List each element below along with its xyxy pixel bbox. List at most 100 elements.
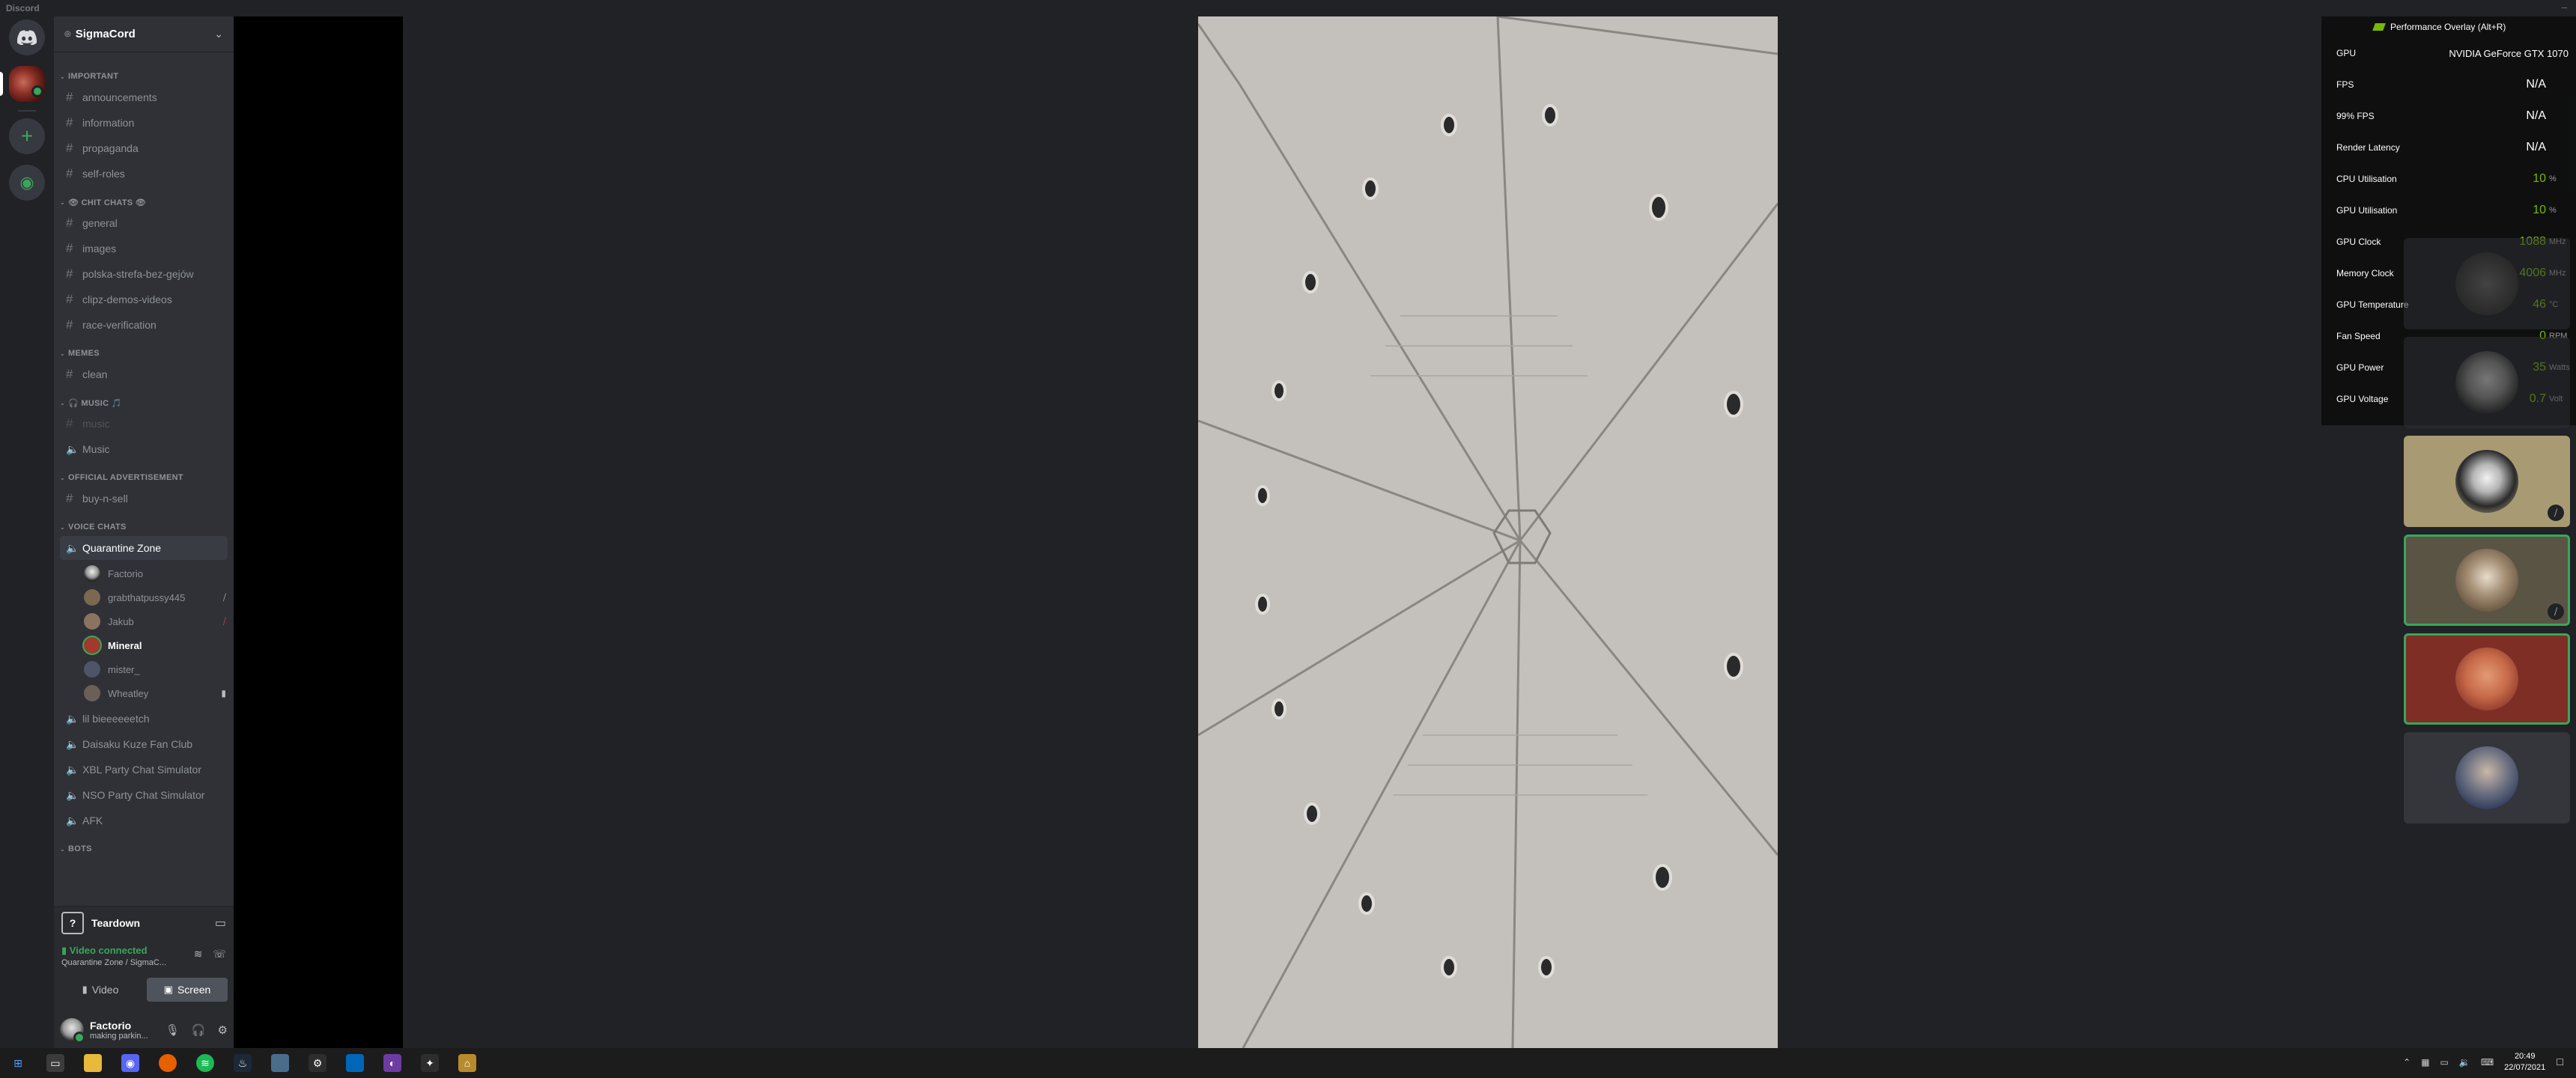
chevron-down-icon: ⌄ xyxy=(60,845,66,853)
overlay-row-cpu-util: CPU Utilisation 10% xyxy=(2336,172,2557,185)
voice-channel-quarantine-zone[interactable]: 🔈 Quarantine Zone xyxy=(60,536,228,560)
minimize-icon[interactable]: – xyxy=(2562,1,2567,13)
channel-buy-n-sell[interactable]: # buy-n-sell xyxy=(60,487,228,511)
app-icon[interactable] xyxy=(271,1054,289,1072)
selected-server-indicator xyxy=(0,72,3,96)
video-button[interactable]: ▮ Video xyxy=(60,978,141,1002)
task-view-icon[interactable]: ▭ xyxy=(46,1054,64,1072)
channel-self-roles[interactable]: # self-roles xyxy=(60,162,228,186)
spotify-icon[interactable]: ≋ xyxy=(196,1054,214,1072)
chevron-down-icon: ⌄ xyxy=(60,198,66,206)
steam-icon[interactable]: ♨ xyxy=(234,1054,252,1072)
avatar xyxy=(2455,450,2518,513)
rail-separator xyxy=(18,110,36,112)
participant-tile[interactable] xyxy=(2404,337,2570,428)
teardown-icon[interactable]: ⌂ xyxy=(458,1054,476,1072)
explore-servers-button[interactable]: ◉ xyxy=(9,165,45,201)
participant-tile[interactable]: ⧸ xyxy=(2404,436,2570,527)
nvidia-logo-icon xyxy=(2372,23,2386,31)
speaker-icon: 🔈 xyxy=(66,763,79,776)
hash-icon: # xyxy=(66,216,73,230)
channel-general[interactable]: # general xyxy=(60,211,228,235)
overlay-row-gpu-util: GPU Utilisation 10% xyxy=(2336,204,2557,216)
gear-icon[interactable]: ⚙ xyxy=(309,1054,326,1072)
voice-channel-xbl[interactable]: 🔈 XBL Party Chat Simulator xyxy=(60,758,228,782)
channel-clean[interactable]: # clean xyxy=(60,362,228,386)
avatar xyxy=(84,589,100,606)
category-important[interactable]: ⌄ IMPORTANT xyxy=(54,69,234,84)
voice-channel-music[interactable]: 🔈 Music xyxy=(60,437,228,461)
chevron-down-icon: ⌄ xyxy=(60,73,66,80)
avatar xyxy=(84,613,100,630)
notifications-icon[interactable]: ☐ xyxy=(2556,1057,2564,1068)
channel-propaganda[interactable]: # propaganda xyxy=(60,136,228,160)
guild-header[interactable]: ◎ SigmaCord ⌄ xyxy=(54,16,234,52)
stream-viewport[interactable] xyxy=(403,16,2236,1048)
username: Factorio xyxy=(90,1020,132,1032)
headphones-icon[interactable]: 🎧 xyxy=(192,1023,206,1037)
voice-user[interactable]: Mineral xyxy=(84,633,234,657)
category-chit-chats[interactable]: ⌄ 👁 CHIT CHATS 👁 xyxy=(54,195,234,210)
voice-channel-afk[interactable]: 🔈 AFK xyxy=(60,808,228,832)
channel-clipz-demos-videos[interactable]: # clipz-demos-videos xyxy=(60,287,228,311)
voice-user[interactable]: Wheatley ▮ xyxy=(84,681,234,705)
channel-music-text[interactable]: # music xyxy=(60,412,228,436)
clock[interactable]: 20:49 22/07/2021 xyxy=(2504,1051,2545,1074)
category-voice-chats[interactable]: ⌄ VOICE CHATS xyxy=(54,520,234,535)
voice-user[interactable]: Factorio xyxy=(84,561,234,585)
chevron-down-icon: ⌄ xyxy=(60,523,66,531)
participant-tile[interactable] xyxy=(2404,633,2570,725)
photos-icon[interactable] xyxy=(346,1054,364,1072)
channel-images[interactable]: # images xyxy=(60,237,228,261)
discord-taskbar-icon[interactable]: ◉ xyxy=(121,1054,139,1072)
add-server-button[interactable]: + xyxy=(9,118,45,154)
gear-icon[interactable]: ⚙ xyxy=(218,1023,228,1037)
volume-icon[interactable]: 🔉 xyxy=(2459,1057,2470,1068)
participant-tile[interactable] xyxy=(2404,238,2570,329)
firefox-icon[interactable] xyxy=(159,1054,177,1072)
stream-stage[interactable] xyxy=(234,16,2236,1050)
stream-video[interactable] xyxy=(1198,16,1778,1048)
voice-user[interactable]: grabthatpussy445 ⧸ xyxy=(84,585,234,609)
voice-user[interactable]: Jakub ⧸ xyxy=(84,609,234,633)
channel-announcements[interactable]: # announcements xyxy=(60,85,228,109)
overlay-row-99fps: 99% FPS N/A xyxy=(2336,109,2546,122)
discord-home-button[interactable] xyxy=(9,19,45,55)
avatar xyxy=(2455,252,2518,315)
channel-information[interactable]: # information xyxy=(60,111,228,135)
avatar[interactable] xyxy=(60,1018,85,1044)
hash-icon: # xyxy=(66,90,73,104)
game-icon[interactable]: ✦ xyxy=(421,1054,439,1072)
noise-suppression-icon[interactable]: ≋ xyxy=(194,948,203,960)
chevron-down-icon: ⌄ xyxy=(60,474,66,481)
screen-share-button[interactable]: ▣ Screen xyxy=(147,978,228,1002)
obs-icon[interactable]: ◐ xyxy=(383,1054,401,1072)
stream-monitor-icon[interactable]: ▭ xyxy=(215,916,226,931)
category-memes[interactable]: ⌄ MEMES xyxy=(54,346,234,361)
windows-start-icon[interactable]: ⊞ xyxy=(9,1054,27,1072)
category-bots[interactable]: ⌄ BOTS xyxy=(54,841,234,856)
mic-muted-icon: ⧸ xyxy=(222,591,226,603)
participant-tile[interactable] xyxy=(2404,732,2570,823)
voice-user[interactable]: mister_ xyxy=(84,657,234,681)
voice-channel-daisaku[interactable]: 🔈 Daisaku Kuze Fan Club xyxy=(60,732,228,756)
language-icon[interactable]: ⌨ xyxy=(2481,1057,2494,1068)
channel-list: ⌄ IMPORTANT # announcements # information #… xyxy=(54,60,234,898)
voice-channel-lil-bieeeeeetch[interactable]: 🔈 lil bieeeeeetch xyxy=(60,707,228,731)
category-official-advertisement[interactable]: ⌄ OFFICIAL ADVERTISEMENT xyxy=(54,470,234,485)
camera-icon: ▮ xyxy=(82,984,88,995)
microphone-icon[interactable]: 🎙 xyxy=(165,1023,180,1037)
game-icon: ? xyxy=(61,911,84,934)
participant-tile[interactable]: ⧸ xyxy=(2404,535,2570,626)
channel-polska-strefa[interactable]: # polska-strefa-bez-gejów xyxy=(60,262,228,286)
chevron-up-icon[interactable]: ⌃ xyxy=(2403,1057,2411,1068)
category-music[interactable]: ⌄ 🎧 MUSIC 🎵 xyxy=(54,395,234,410)
file-explorer-icon[interactable] xyxy=(84,1054,102,1072)
overlay-header: Performance Overlay (Alt+R) xyxy=(2321,16,2576,37)
battery-icon[interactable]: ▭ xyxy=(2440,1057,2449,1068)
channel-race-verification[interactable]: # race-verification xyxy=(60,313,228,337)
network-icon[interactable]: ▦ xyxy=(2421,1057,2429,1068)
chevron-down-icon: ⌄ xyxy=(60,350,66,357)
disconnect-icon[interactable]: ☏ xyxy=(213,948,226,960)
voice-channel-nso[interactable]: 🔈 NSO Party Chat Simulator xyxy=(60,783,228,807)
